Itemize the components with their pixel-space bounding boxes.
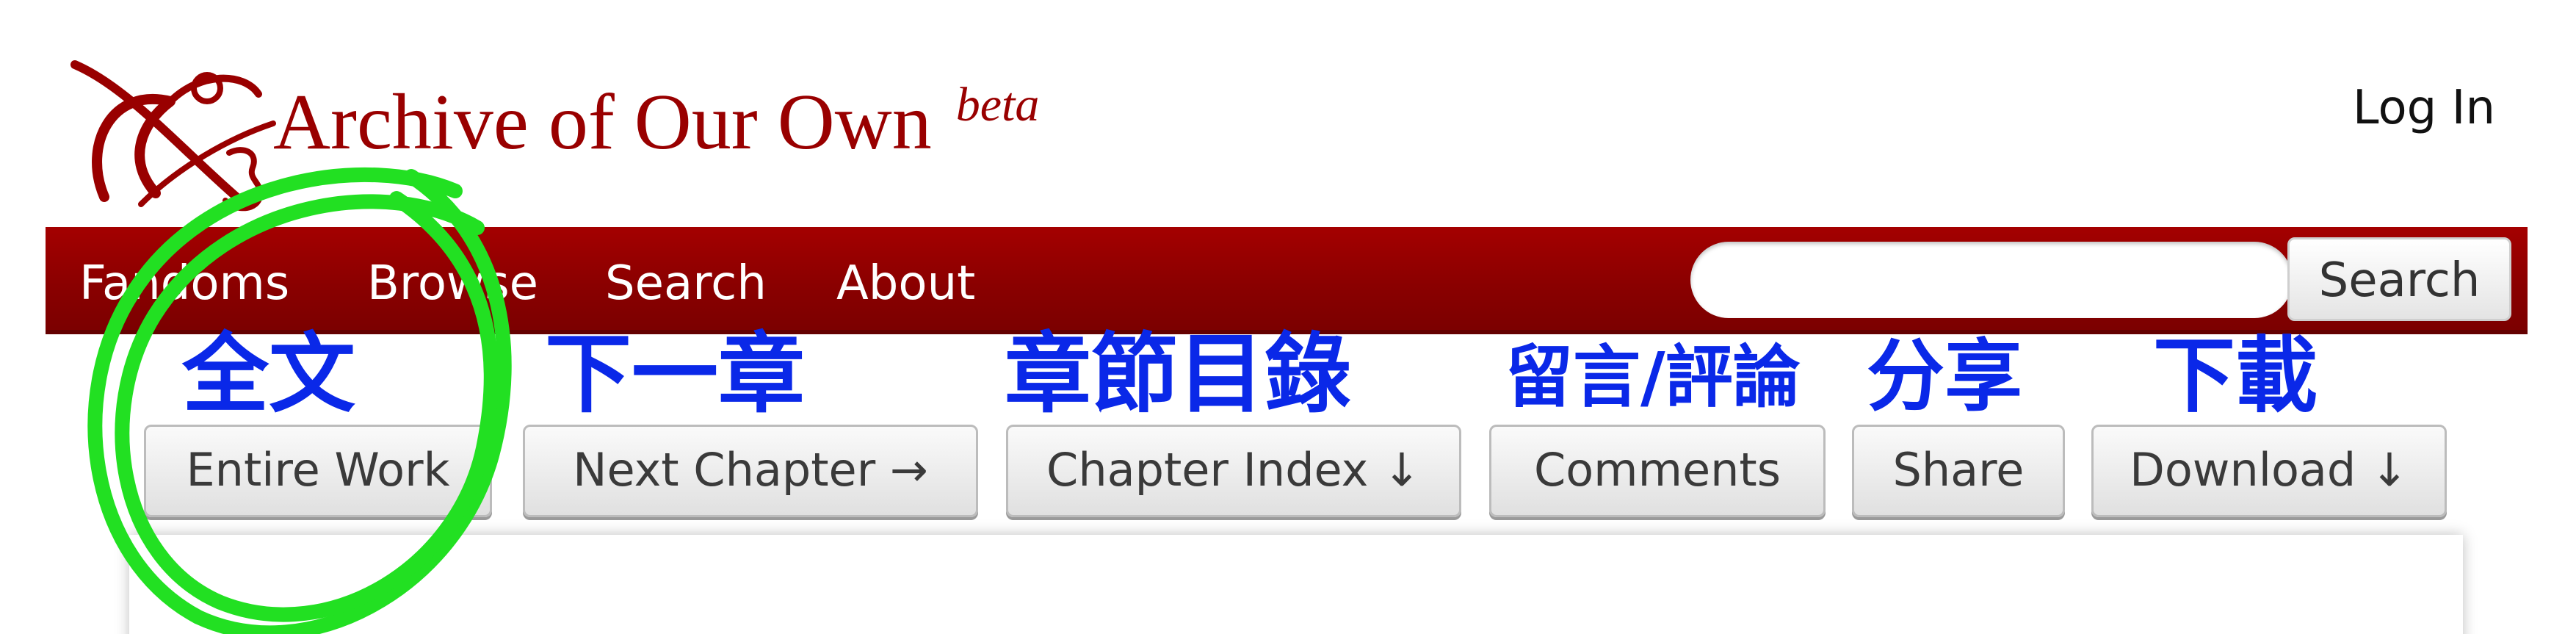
search-button[interactable]: Search	[2287, 237, 2511, 321]
comments-button[interactable]: Comments	[1489, 425, 1826, 517]
site-title[interactable]: Archive of Our Own beta	[273, 81, 1039, 162]
site-title-text[interactable]: Archive of Our Own	[273, 79, 932, 166]
login-link[interactable]: Log In	[2353, 81, 2495, 135]
annotation-chapter-index: 章節目錄	[1005, 323, 1352, 425]
nav-item-fandoms[interactable]: Fandoms	[79, 256, 289, 311]
chapter-index-button[interactable]: Chapter Index ↓	[1006, 425, 1461, 517]
ao3-logo-icon[interactable]	[60, 57, 281, 215]
next-chapter-button[interactable]: Next Chapter →	[523, 425, 978, 517]
download-button[interactable]: Download ↓	[2091, 425, 2447, 517]
nav-item-search[interactable]: Search	[605, 256, 767, 311]
share-button[interactable]: Share	[1852, 425, 2065, 517]
entire-work-button[interactable]: Entire Work	[144, 425, 492, 517]
annotation-comments: 留言/評論	[1505, 338, 1801, 417]
nav-item-browse[interactable]: Browse	[367, 256, 538, 311]
nav-item-about[interactable]: About	[836, 256, 975, 311]
annotation-entire-work: 全文	[182, 323, 356, 425]
search-input[interactable]	[1690, 242, 2293, 318]
primary-nav-bar: Fandoms Browse Search About Search	[46, 227, 2528, 334]
annotation-download: 下載	[2153, 328, 2318, 424]
beta-label: beta	[955, 78, 1040, 132]
annotation-next-chapter: 下一章	[545, 323, 806, 425]
work-content-area	[129, 535, 2463, 634]
annotation-share: 分享	[1867, 331, 2022, 422]
